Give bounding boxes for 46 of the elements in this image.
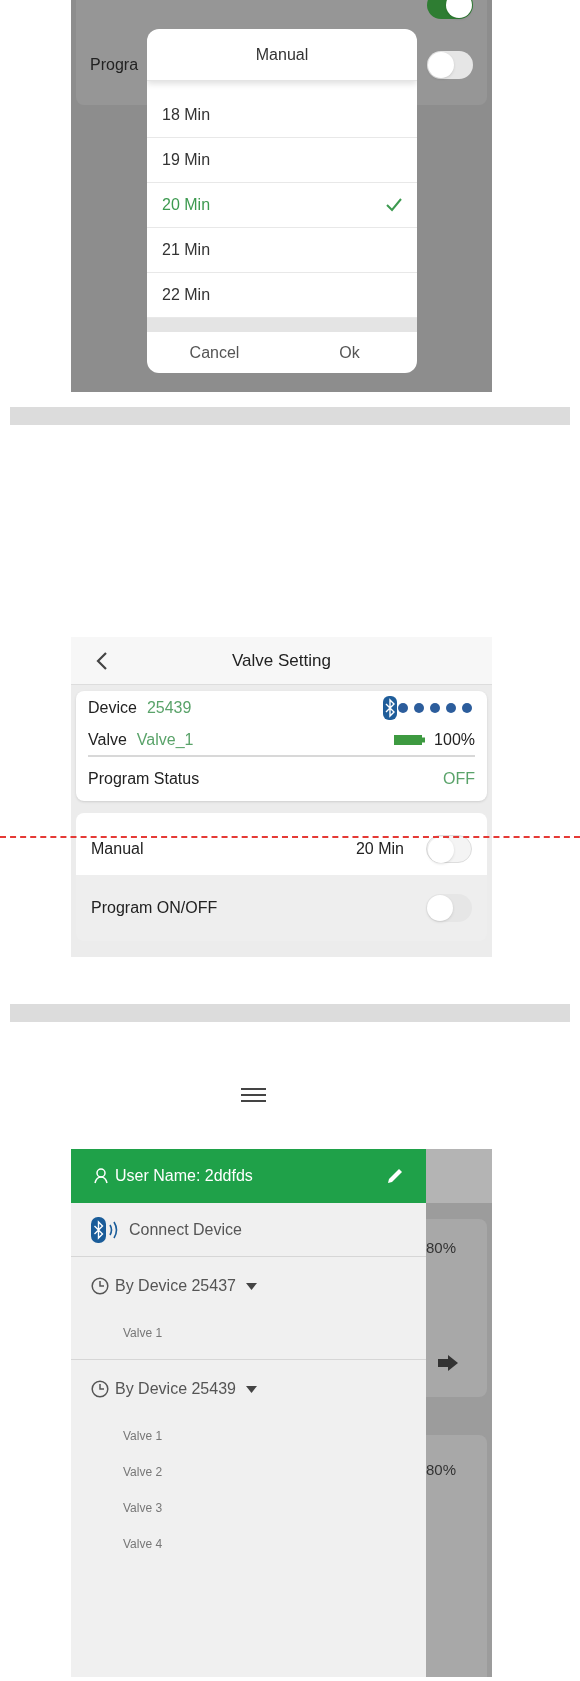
toggle-switch[interactable] <box>427 51 473 79</box>
clock-icon <box>91 1380 109 1398</box>
user-icon <box>93 1168 109 1184</box>
group-header[interactable]: By Device 25439 <box>71 1360 426 1418</box>
caret-down-icon <box>245 1282 257 1290</box>
menu-subitem[interactable]: Valve 2 <box>123 1463 163 1481</box>
check-icon <box>386 198 402 212</box>
screen-title: Valve Setting <box>232 649 331 672</box>
row-label: Program ON/OFF <box>91 898 218 918</box>
field-value: Valve_1 <box>136 729 194 750</box>
back-icon <box>96 651 108 671</box>
arrow-right-icon <box>438 1354 458 1371</box>
menu-subitem[interactable]: Valve 4 <box>123 1535 163 1553</box>
percent-value: 80% <box>426 1460 458 1480</box>
pencil-icon <box>386 1167 404 1185</box>
menu-subitem[interactable]: Valve 3 <box>123 1499 163 1517</box>
dialog-title: Manual <box>255 44 309 65</box>
dialog-button[interactable]: Ok <box>282 332 417 373</box>
toggle-switch[interactable] <box>426 894 472 922</box>
dialog-button[interactable]: Cancel <box>147 332 282 373</box>
option-item[interactable]: 21 Min <box>147 228 417 273</box>
percent-value: 80% <box>426 1238 458 1258</box>
battery-level: 100% <box>434 729 475 750</box>
field-label: Device <box>88 697 137 718</box>
battery-icon <box>394 733 427 746</box>
row-label: Progra <box>90 55 139 75</box>
signal-dots-icon <box>397 701 475 714</box>
bluetooth-icon <box>383 695 397 720</box>
clock-icon <box>91 1277 109 1295</box>
caret-down-icon <box>245 1385 257 1393</box>
toggle-switch[interactable] <box>426 835 472 863</box>
user-name: User Name: 2ddfds <box>115 1166 253 1186</box>
field-value: 25439 <box>146 697 192 718</box>
field-label: Program Status <box>88 769 200 789</box>
option-item[interactable]: 20 Min <box>147 183 417 228</box>
group-header[interactable]: By Device 25437 <box>71 1257 426 1315</box>
row-label: Manual <box>91 839 144 859</box>
field-label: Valve <box>88 729 127 750</box>
menu-subitem[interactable]: Valve 1 <box>123 1427 163 1445</box>
menu-icon <box>240 1087 267 1103</box>
row-value: 20 Min <box>355 839 404 859</box>
option-item[interactable]: 19 Min <box>147 138 417 183</box>
menu-subitem[interactable]: Valve 1 <box>123 1324 163 1342</box>
status-value: OFF <box>443 769 475 789</box>
option-item[interactable]: 18 Min <box>147 93 417 138</box>
menu-item[interactable]: Connect Device <box>71 1203 426 1257</box>
